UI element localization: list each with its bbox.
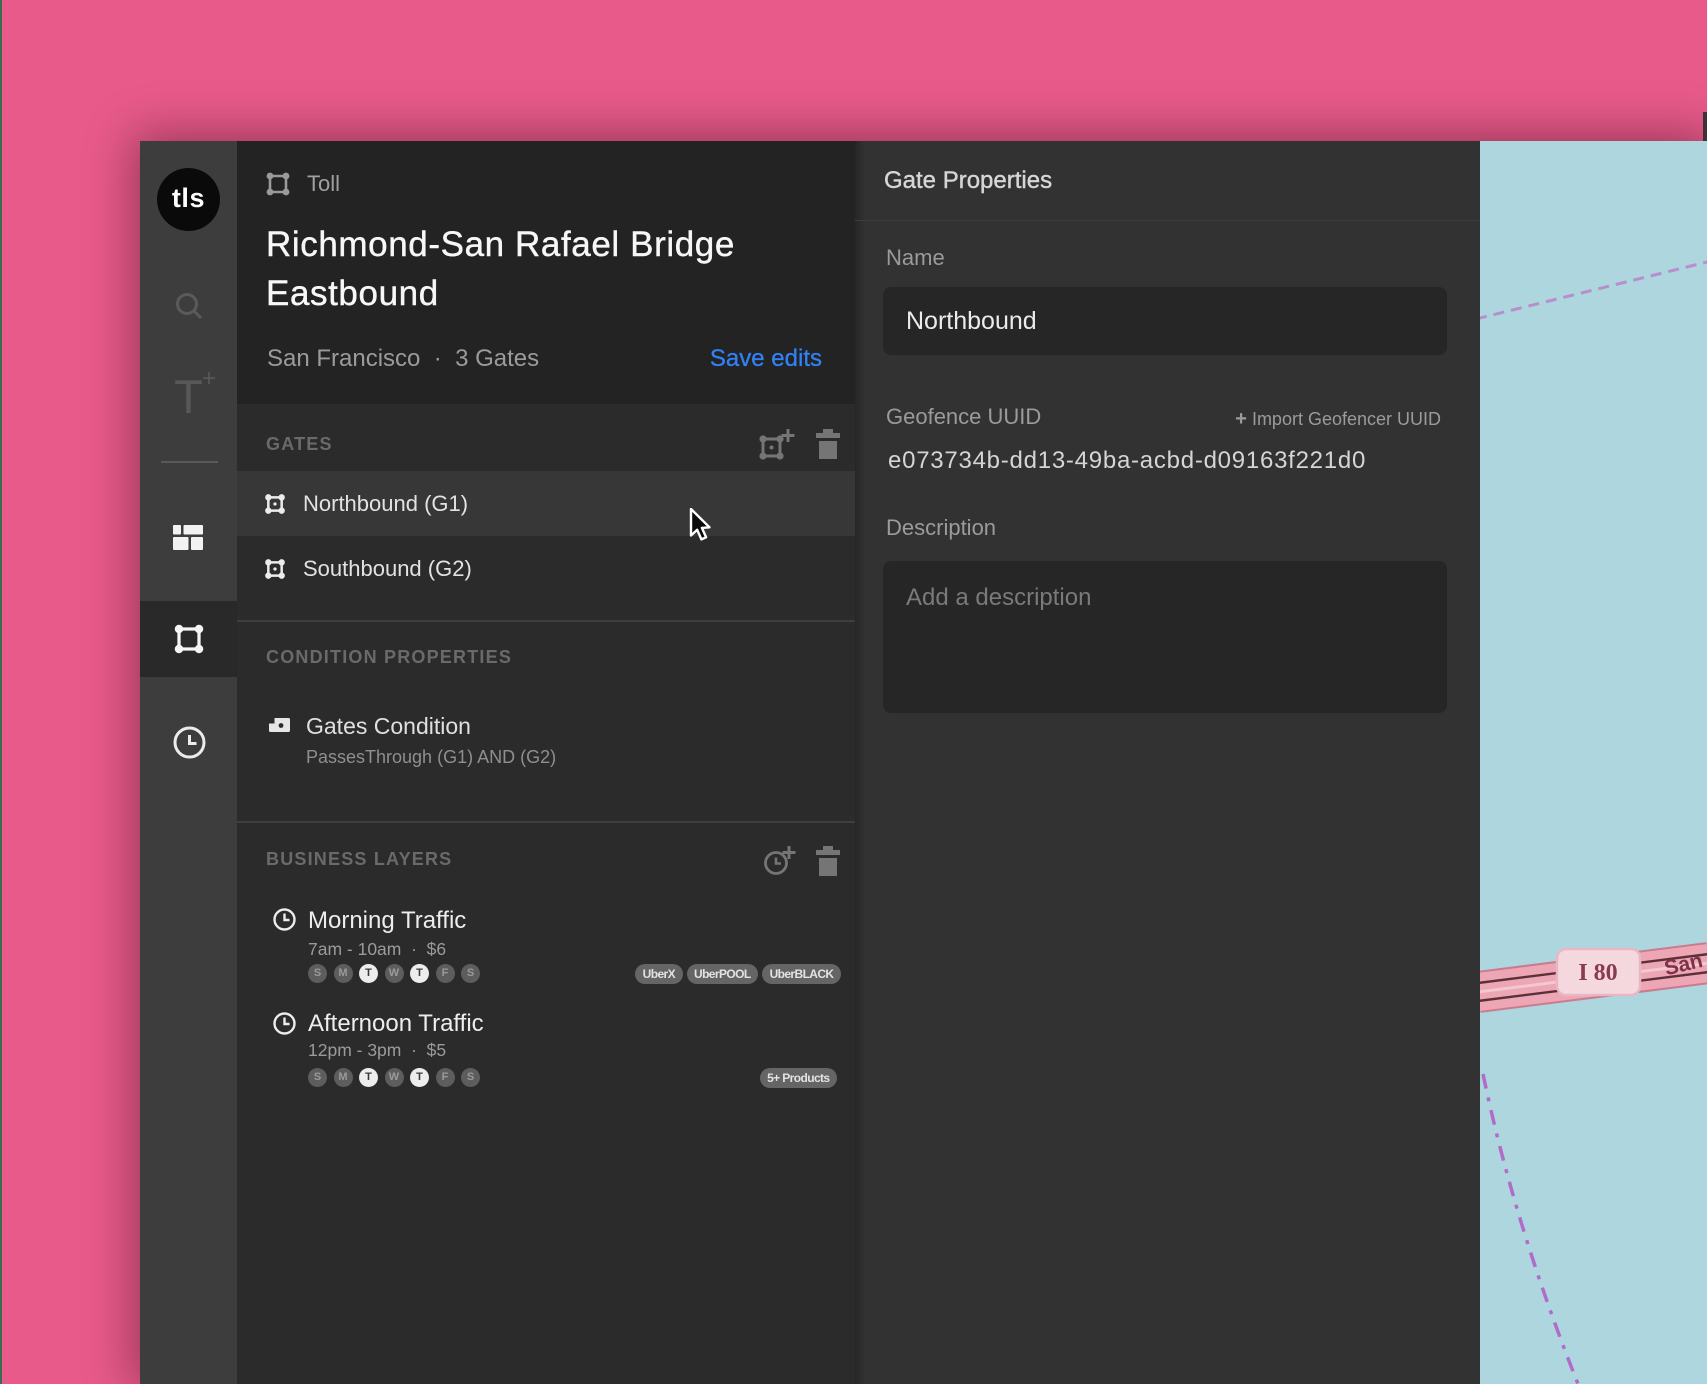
svg-text:I 80: I 80 xyxy=(1578,960,1617,986)
